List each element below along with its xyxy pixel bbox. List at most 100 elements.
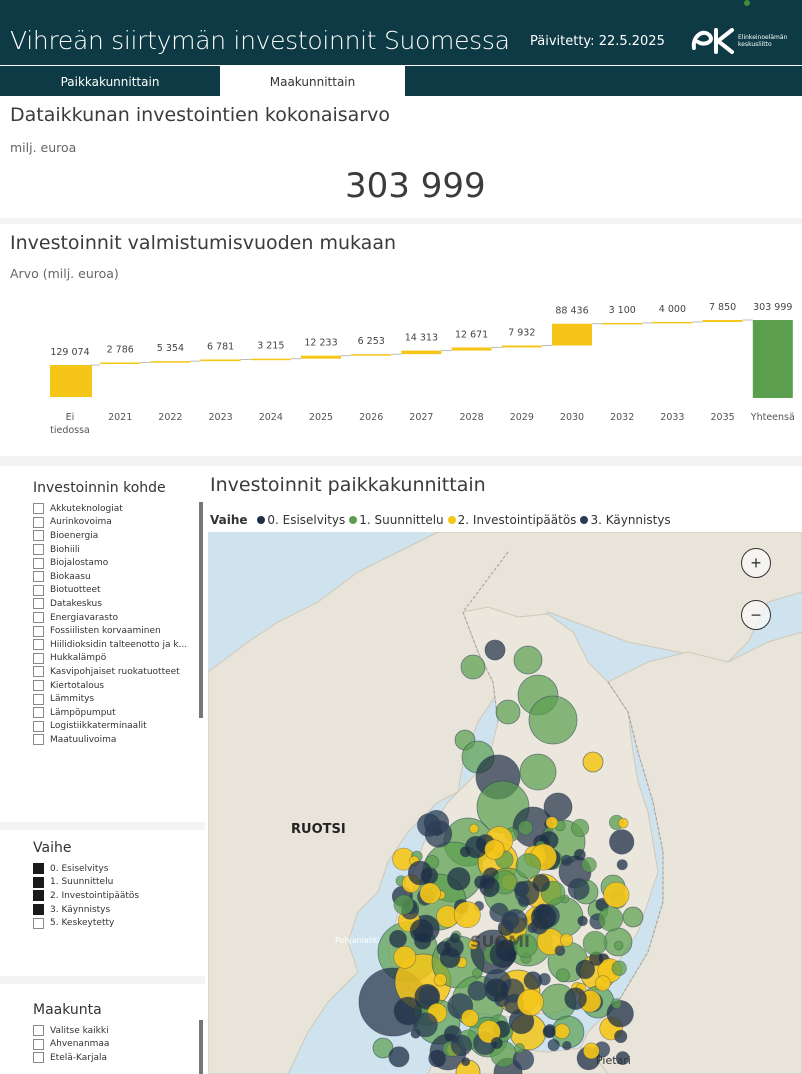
map-bubble[interactable]: [532, 874, 551, 892]
waterfall-bar[interactable]: [702, 320, 743, 322]
slicer-kohde-item[interactable]: Lämmitys: [33, 692, 187, 706]
map-bubble[interactable]: [538, 973, 551, 986]
slicer-kohde-item[interactable]: Fossiilisten korvaaminen: [33, 624, 187, 638]
map-bubble[interactable]: [484, 978, 509, 1003]
checkbox[interactable]: [33, 598, 44, 610]
map-bubble[interactable]: [459, 846, 471, 858]
slicer-kohde-item[interactable]: Biotuotteet: [33, 584, 187, 598]
map-bubble[interactable]: [393, 945, 417, 969]
checkbox[interactable]: [33, 571, 44, 583]
waterfall-bar[interactable]: [602, 322, 643, 325]
map-bubble[interactable]: [594, 975, 611, 992]
map-visual[interactable]: RUOTSI Pohjanlahti SUOMI Pietari + −: [208, 532, 802, 1074]
slicer-kohde-item[interactable]: Biohiili: [33, 543, 187, 557]
map-bubble[interactable]: [495, 699, 521, 725]
map-bubble[interactable]: [418, 985, 440, 1006]
slicer-kohde-item[interactable]: Kasvipohjaiset ruokatuotteet: [33, 665, 187, 679]
map-bubble[interactable]: [419, 882, 441, 904]
map-bubble[interactable]: [614, 1029, 628, 1044]
slicer-kohde-item[interactable]: Aurinkovoima: [33, 516, 187, 530]
map-bubble[interactable]: [484, 839, 505, 860]
map-bubble[interactable]: [573, 848, 586, 861]
checkbox[interactable]: [33, 516, 44, 528]
slicer-kohde-item[interactable]: Maatuulivoima: [33, 733, 187, 747]
map-bubbles[interactable]: [208, 532, 802, 1074]
map-bubble[interactable]: [519, 753, 557, 791]
map-bubble[interactable]: [542, 1025, 556, 1039]
slicer-maakunta-scrollbar[interactable]: [199, 1020, 203, 1074]
checkbox[interactable]: [33, 680, 44, 692]
checkbox[interactable]: [33, 544, 44, 556]
map-bubble[interactable]: [559, 933, 574, 947]
checkbox[interactable]: [33, 530, 44, 542]
map-bubble[interactable]: [555, 968, 570, 983]
checkbox[interactable]: [33, 612, 44, 624]
slicer-maakunta-item[interactable]: Ahvenanmaa: [33, 1038, 109, 1052]
map-bubble[interactable]: [517, 820, 533, 836]
waterfall-bar[interactable]: [50, 365, 92, 397]
map-bubble[interactable]: [528, 695, 578, 745]
slicer-vaihe-item[interactable]: 5. Keskeytetty: [33, 916, 139, 930]
slicer-kohde-item[interactable]: Energiavarasto: [33, 611, 187, 625]
waterfall-bar[interactable]: [652, 321, 693, 324]
slicer-maakunta-item[interactable]: Valitse kaikki: [33, 1024, 109, 1038]
map-bubble[interactable]: [598, 906, 624, 932]
map-bubble[interactable]: [571, 818, 590, 837]
checkbox[interactable]: [33, 666, 44, 678]
map-bubble[interactable]: [460, 654, 486, 680]
map-bubble[interactable]: [560, 854, 573, 867]
checkbox[interactable]: [33, 720, 44, 732]
checkbox[interactable]: [33, 503, 44, 515]
map-bubble[interactable]: [460, 1009, 479, 1028]
checkbox[interactable]: [33, 1038, 44, 1050]
checkbox[interactable]: [33, 1025, 44, 1037]
map-bubble[interactable]: [389, 929, 407, 948]
checkbox[interactable]: [33, 625, 44, 637]
waterfall-bar[interactable]: [200, 359, 241, 362]
map-bubble[interactable]: [461, 1057, 471, 1067]
map-bubble[interactable]: [450, 1034, 473, 1056]
map-bubble[interactable]: [388, 1046, 410, 1068]
slicer-vaihe-item[interactable]: 2. Investointipäätös: [33, 889, 139, 903]
map-bubble[interactable]: [577, 915, 588, 927]
zoom-out-button[interactable]: −: [741, 600, 771, 630]
tab-maakunnittain[interactable]: Maakunnittain: [220, 66, 405, 96]
slicer-maakunta-item[interactable]: Etelä-Karjala: [33, 1051, 109, 1065]
map-bubble[interactable]: [447, 867, 471, 891]
checkbox[interactable]: [33, 876, 44, 888]
map-bubble[interactable]: [515, 853, 541, 879]
map-bubble[interactable]: [603, 881, 630, 909]
slicer-kohde-item[interactable]: Bioenergia: [33, 529, 187, 543]
map-bubble[interactable]: [611, 998, 622, 1009]
map-bubble[interactable]: [490, 1036, 503, 1049]
checkbox[interactable]: [33, 904, 44, 916]
map-bubble[interactable]: [433, 973, 447, 987]
map-bubble[interactable]: [545, 816, 559, 830]
waterfall-bar[interactable]: [752, 320, 793, 398]
map-bubble[interactable]: [582, 930, 608, 956]
waterfall-bar[interactable]: [501, 345, 542, 348]
map-bubble[interactable]: [531, 904, 557, 930]
waterfall-bar[interactable]: [100, 362, 141, 364]
slicer-kohde-item[interactable]: Kiertotalous: [33, 679, 187, 693]
map-bubble[interactable]: [409, 918, 434, 943]
slicer-kohde-item[interactable]: Hukkalämpö: [33, 652, 187, 666]
checkbox[interactable]: [33, 734, 44, 746]
map-bubble[interactable]: [567, 878, 590, 900]
map-bubble[interactable]: [469, 823, 479, 834]
map-bubble[interactable]: [501, 911, 520, 930]
map-bubble[interactable]: [582, 751, 604, 773]
map-bubble[interactable]: [453, 901, 481, 929]
legend-item[interactable]: 3. Käynnistys: [580, 513, 671, 527]
map-bubble[interactable]: [479, 876, 500, 898]
map-bubble[interactable]: [484, 639, 506, 661]
checkbox[interactable]: [33, 1052, 44, 1064]
map-bubble[interactable]: [622, 906, 644, 928]
slicer-kohde-item[interactable]: Hiilidioksidin talteenotto ja k...: [33, 638, 187, 652]
map-bubble[interactable]: [562, 1040, 572, 1051]
map-bubble[interactable]: [581, 857, 597, 873]
slicer-kohde-item[interactable]: Datakeskus: [33, 597, 187, 611]
map-bubble[interactable]: [512, 1048, 535, 1071]
waterfall-bar[interactable]: [301, 355, 341, 359]
waterfall-bar[interactable]: [250, 358, 291, 361]
